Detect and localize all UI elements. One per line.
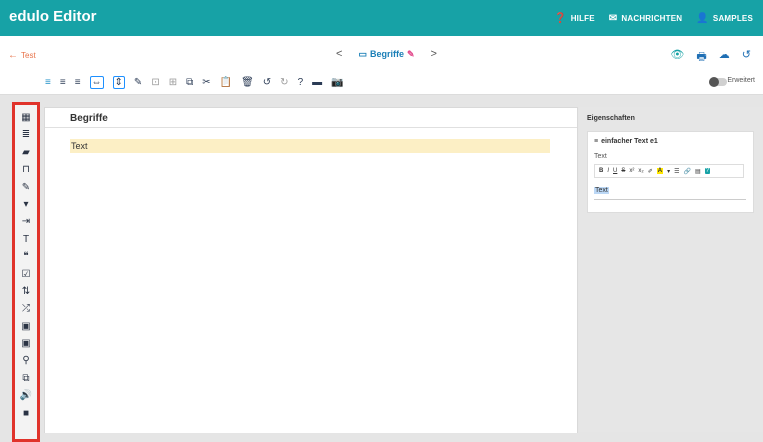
- text-icon[interactable]: T: [15, 231, 37, 248]
- cut-icon[interactable]: ✂: [202, 77, 210, 88]
- camera-icon[interactable]: 📷: [331, 77, 343, 88]
- properties-card: ≡ einfacher Text e1 Text B I U S x² x₂ ✐…: [587, 131, 754, 213]
- advanced-toggle-label: Erweitert: [727, 77, 755, 84]
- select-area-icon[interactable]: ⊞: [169, 77, 177, 88]
- properties-panel: Eigenschaften ≡ einfacher Text e1 Text B…: [579, 107, 763, 432]
- dropdown-icon[interactable]: ▾: [15, 196, 37, 213]
- editor-canvas: Begriffe Text: [44, 107, 578, 433]
- help-label: HILFE: [570, 13, 595, 23]
- login-icon[interactable]: ⇥: [15, 213, 37, 230]
- audio-icon[interactable]: 🔊: [15, 387, 37, 404]
- align-center-icon[interactable]: ≡: [60, 77, 66, 88]
- samples-link[interactable]: 👤 SAMPLES: [696, 13, 753, 24]
- edit-icon[interactable]: ✎: [15, 179, 37, 196]
- user-icon: 👤: [696, 12, 709, 24]
- pencil-icon: ✎: [406, 48, 415, 59]
- expand-vertical-icon[interactable]: ⇕: [112, 76, 125, 89]
- list-icon[interactable]: ≣: [15, 126, 37, 143]
- list-format-icon[interactable]: ☰: [674, 168, 679, 175]
- properties-header: Eigenschaften: [587, 115, 635, 122]
- messages-label: NACHRICHTEN: [621, 13, 683, 23]
- redo-action-icon[interactable]: ↻: [280, 77, 288, 88]
- inbox-icon[interactable]: ⊓: [15, 161, 37, 178]
- document-title[interactable]: ▭ Begriffe ✎: [358, 49, 414, 60]
- subscript-icon[interactable]: x₂: [638, 168, 643, 174]
- arrow-left-icon: ←: [8, 50, 18, 61]
- element-title-label: einfacher Text e1: [601, 138, 658, 145]
- clear-format-icon[interactable]: ✐: [648, 168, 653, 175]
- cloud-upload-icon[interactable]: ☁: [719, 48, 730, 67]
- help-small-icon[interactable]: ?: [704, 168, 710, 174]
- sort-icon[interactable]: ⇅: [15, 283, 37, 300]
- page-title: Begriffe: [45, 108, 577, 128]
- app-title: edulo Editor: [9, 8, 97, 25]
- trash-icon[interactable]: 🗑: [241, 77, 254, 88]
- top-navigation: ❓ HILFE ✉ NACHRICHTEN 👤 SAMPLES: [554, 0, 753, 36]
- video-icon[interactable]: ■: [15, 405, 37, 422]
- align-right-icon[interactable]: ≡: [75, 77, 81, 88]
- text-block[interactable]: Text: [70, 139, 550, 153]
- help-link[interactable]: ❓ HILFE: [554, 13, 595, 24]
- copy-element-icon[interactable]: ⧉: [15, 370, 37, 387]
- toggle-knob: [709, 77, 719, 87]
- undo-icon[interactable]: ↺: [742, 48, 751, 67]
- note-icon[interactable]: ▬: [312, 77, 322, 88]
- copy-icon[interactable]: ⧉: [186, 77, 193, 88]
- table-icon[interactable]: ▦: [15, 109, 37, 126]
- rich-text-toolbar: B I U S x² x₂ ✐ A ▾ ☰ 🔗 ▤ ?: [594, 164, 744, 178]
- app-header: edulo Editor ❓ HILFE ✉ NACHRICHTEN 👤 SAM…: [0, 0, 763, 36]
- image-insert-icon[interactable]: ▤: [695, 168, 701, 175]
- back-label: Test: [21, 51, 36, 60]
- document-title-label: Begriffe: [369, 49, 404, 59]
- paste-icon[interactable]: 📋: [220, 77, 232, 88]
- field-value[interactable]: Text: [594, 187, 609, 194]
- dropdown-small-icon[interactable]: ▾: [667, 168, 670, 175]
- undo-action-icon[interactable]: ↺: [263, 77, 271, 88]
- samples-label: SAMPLES: [712, 13, 753, 23]
- link-icon[interactable]: 🔗: [684, 168, 691, 175]
- element-title: ≡ einfacher Text e1: [594, 138, 658, 145]
- marker-icon[interactable]: ⚲: [15, 352, 37, 369]
- next-page-button[interactable]: >: [423, 48, 445, 60]
- superscript-icon[interactable]: x²: [629, 168, 634, 174]
- print-icon[interactable]: 🖶: [696, 48, 706, 67]
- field-underline: [594, 199, 746, 200]
- help-circle-icon[interactable]: ?: [298, 77, 304, 88]
- advanced-toggle[interactable]: [709, 77, 727, 87]
- page-navigation: < ▭ Begriffe ✎ >: [328, 48, 445, 60]
- editor-toolbar: ≡ ≡ ≡ ⇔ ⇕ ✎ ⊡ ⊞ ⧉ ✂ 📋 🗑 ↺ ↻ ? ▬ 📷 Erweit…: [0, 72, 763, 95]
- envelope-icon: ✉: [608, 12, 618, 24]
- question-icon: ❓: [554, 12, 567, 24]
- breadcrumb-bar: ← Test < ▭ Begriffe ✎ > 👁 🖶 ☁ ↺: [0, 36, 763, 73]
- bold-icon[interactable]: B: [599, 168, 603, 174]
- field-label: Text: [594, 153, 607, 160]
- document-actions: 👁 🖶 ☁ ↺: [670, 48, 751, 67]
- select-icon[interactable]: ⊡: [151, 77, 159, 88]
- prev-page-button[interactable]: <: [328, 48, 350, 60]
- document-icon: ▭: [358, 48, 367, 59]
- back-link[interactable]: ← Test: [8, 50, 36, 61]
- brush-icon[interactable]: ✎: [134, 77, 142, 88]
- quote-icon[interactable]: ❝: [15, 248, 37, 265]
- align-left-icon[interactable]: ≡: [45, 77, 51, 88]
- underline-icon[interactable]: U: [613, 168, 617, 174]
- shuffle-icon[interactable]: ⤮: [15, 300, 37, 317]
- image-icon[interactable]: ▣: [15, 318, 37, 335]
- list-small-icon: ≡: [594, 138, 599, 145]
- element-sidebar: ▦ ≣ ▰ ⊓ ✎ ▾ ⇥ T ❝ ☑ ⇅ ⤮ ▣ ▣ ⚲ ⧉ 🔊 ■: [12, 102, 40, 442]
- messages-link[interactable]: ✉ NACHRICHTEN: [609, 13, 682, 24]
- expand-horizontal-icon[interactable]: ⇔: [89, 76, 104, 89]
- italic-icon[interactable]: I: [607, 168, 609, 174]
- strikethrough-icon[interactable]: S: [621, 168, 625, 174]
- book-icon[interactable]: ▰: [15, 144, 37, 161]
- eye-icon[interactable]: 👁: [670, 48, 684, 67]
- checkbox-icon[interactable]: ☑: [15, 266, 37, 283]
- highlight-color-icon[interactable]: A: [656, 168, 664, 174]
- image-plus-icon[interactable]: ▣: [15, 335, 37, 352]
